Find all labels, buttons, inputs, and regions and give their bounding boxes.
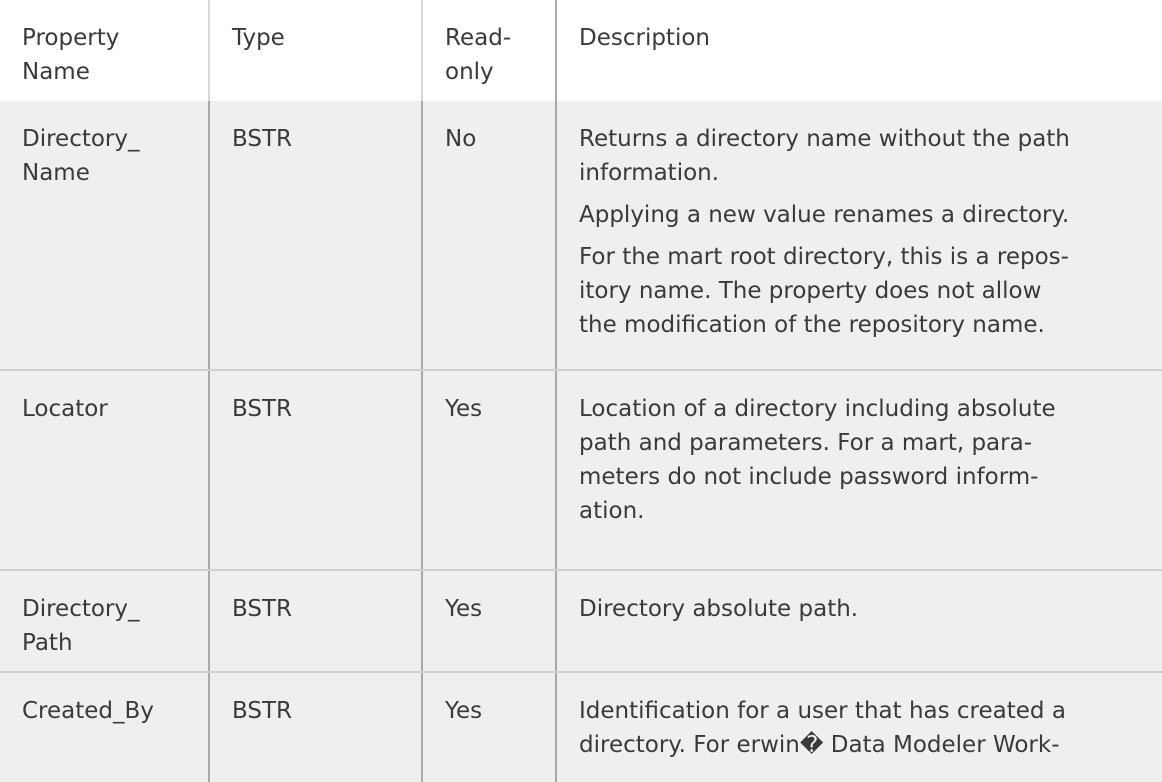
- property-name-line: Directory_: [22, 596, 140, 622]
- type-value: BSTR: [232, 698, 293, 724]
- cell-type: BSTR: [209, 369, 423, 571]
- table-row: Locator BSTR Yes Location of a directory…: [0, 369, 1162, 571]
- property-name-line: Directory_: [22, 126, 140, 152]
- table-row: Directory_ Name BSTR No Returns a direct…: [0, 99, 1162, 371]
- description-line: For the mart root directory, this is a r…: [579, 244, 1069, 270]
- description-paragraph: Directory absolute path.: [579, 592, 1150, 626]
- cell-property-name: Directory_ Name: [0, 99, 210, 371]
- cell-description: Returns a directory name without the pat…: [556, 99, 1162, 371]
- cell-type: BSTR: [209, 671, 423, 782]
- description-paragraph: Applying a new value renames a directory…: [579, 198, 1150, 232]
- description-line: meters do not include password inform-: [579, 464, 1039, 490]
- description-line: Identification for a user that has creat…: [579, 698, 1066, 724]
- description-line: Directory absolute path.: [579, 596, 859, 622]
- header-property-name-line-2: Name: [22, 59, 90, 85]
- description-line: Applying a new value renames a directory…: [579, 202, 1070, 228]
- cell-read-only: Yes: [422, 569, 557, 673]
- read-only-value: Yes: [445, 698, 483, 724]
- read-only-value: No: [445, 126, 477, 152]
- table-row: Directory_ Path BSTR Yes Directory absol…: [0, 569, 1162, 673]
- description-paragraph: Returns a directory name without the pat…: [579, 122, 1150, 190]
- property-name-line: Created_By: [22, 698, 154, 724]
- header-read-only-line-1: Read-: [445, 25, 512, 51]
- table-row: Created_By BSTR Yes Identification for a…: [0, 671, 1162, 782]
- description-paragraph: For the mart root directory, this is a r…: [579, 240, 1150, 342]
- table-header-row: Property Name Type Read- only Descriptio…: [0, 0, 1162, 100]
- cell-type: BSTR: [209, 569, 423, 673]
- cell-property-name: Directory_ Path: [0, 569, 210, 673]
- read-only-value: Yes: [445, 396, 483, 422]
- header-property-name: Property Name: [0, 0, 210, 100]
- description-line: path and parameters. For a mart, para-: [579, 430, 1033, 456]
- read-only-value: Yes: [445, 596, 483, 622]
- cell-property-name: Created_By: [0, 671, 210, 782]
- cell-description: Directory absolute path.: [556, 569, 1162, 673]
- type-value: BSTR: [232, 596, 293, 622]
- cell-read-only: Yes: [422, 671, 557, 782]
- description-line: Returns a directory name without the pat…: [579, 126, 1070, 152]
- property-name-line: Path: [22, 630, 73, 656]
- cell-description: Identification for a user that has creat…: [556, 671, 1162, 782]
- description-paragraph: Location of a directory including absolu…: [579, 392, 1150, 528]
- property-name-line: Locator: [22, 396, 108, 422]
- header-property-name-line-1: Property: [22, 25, 120, 51]
- cell-read-only: No: [422, 99, 557, 371]
- cell-property-name: Locator: [0, 369, 210, 571]
- header-type: Type: [209, 0, 423, 100]
- header-read-only: Read- only: [422, 0, 557, 100]
- header-description-label: Description: [579, 25, 710, 51]
- description-line: information.: [579, 160, 720, 186]
- type-value: BSTR: [232, 396, 293, 422]
- property-name-line: Name: [22, 160, 90, 186]
- description-line: Location of a directory including absolu…: [579, 396, 1056, 422]
- cell-read-only: Yes: [422, 369, 557, 571]
- cell-description: Location of a directory including absolu…: [556, 369, 1162, 571]
- type-value: BSTR: [232, 126, 293, 152]
- description-line: ation.: [579, 498, 645, 524]
- header-type-label: Type: [232, 25, 285, 51]
- cell-type: BSTR: [209, 99, 423, 371]
- properties-table: Property Name Type Read- only Descriptio…: [0, 0, 1162, 782]
- header-description: Description: [556, 0, 1162, 100]
- description-paragraph: Identification for a user that has creat…: [579, 694, 1150, 762]
- description-line: itory name. The property does not allow: [579, 278, 1042, 304]
- header-read-only-line-2: only: [445, 59, 494, 85]
- description-line: the modification of the repository name.: [579, 312, 1045, 338]
- description-line: directory. For erwin� Data Modeler Work-: [579, 732, 1060, 758]
